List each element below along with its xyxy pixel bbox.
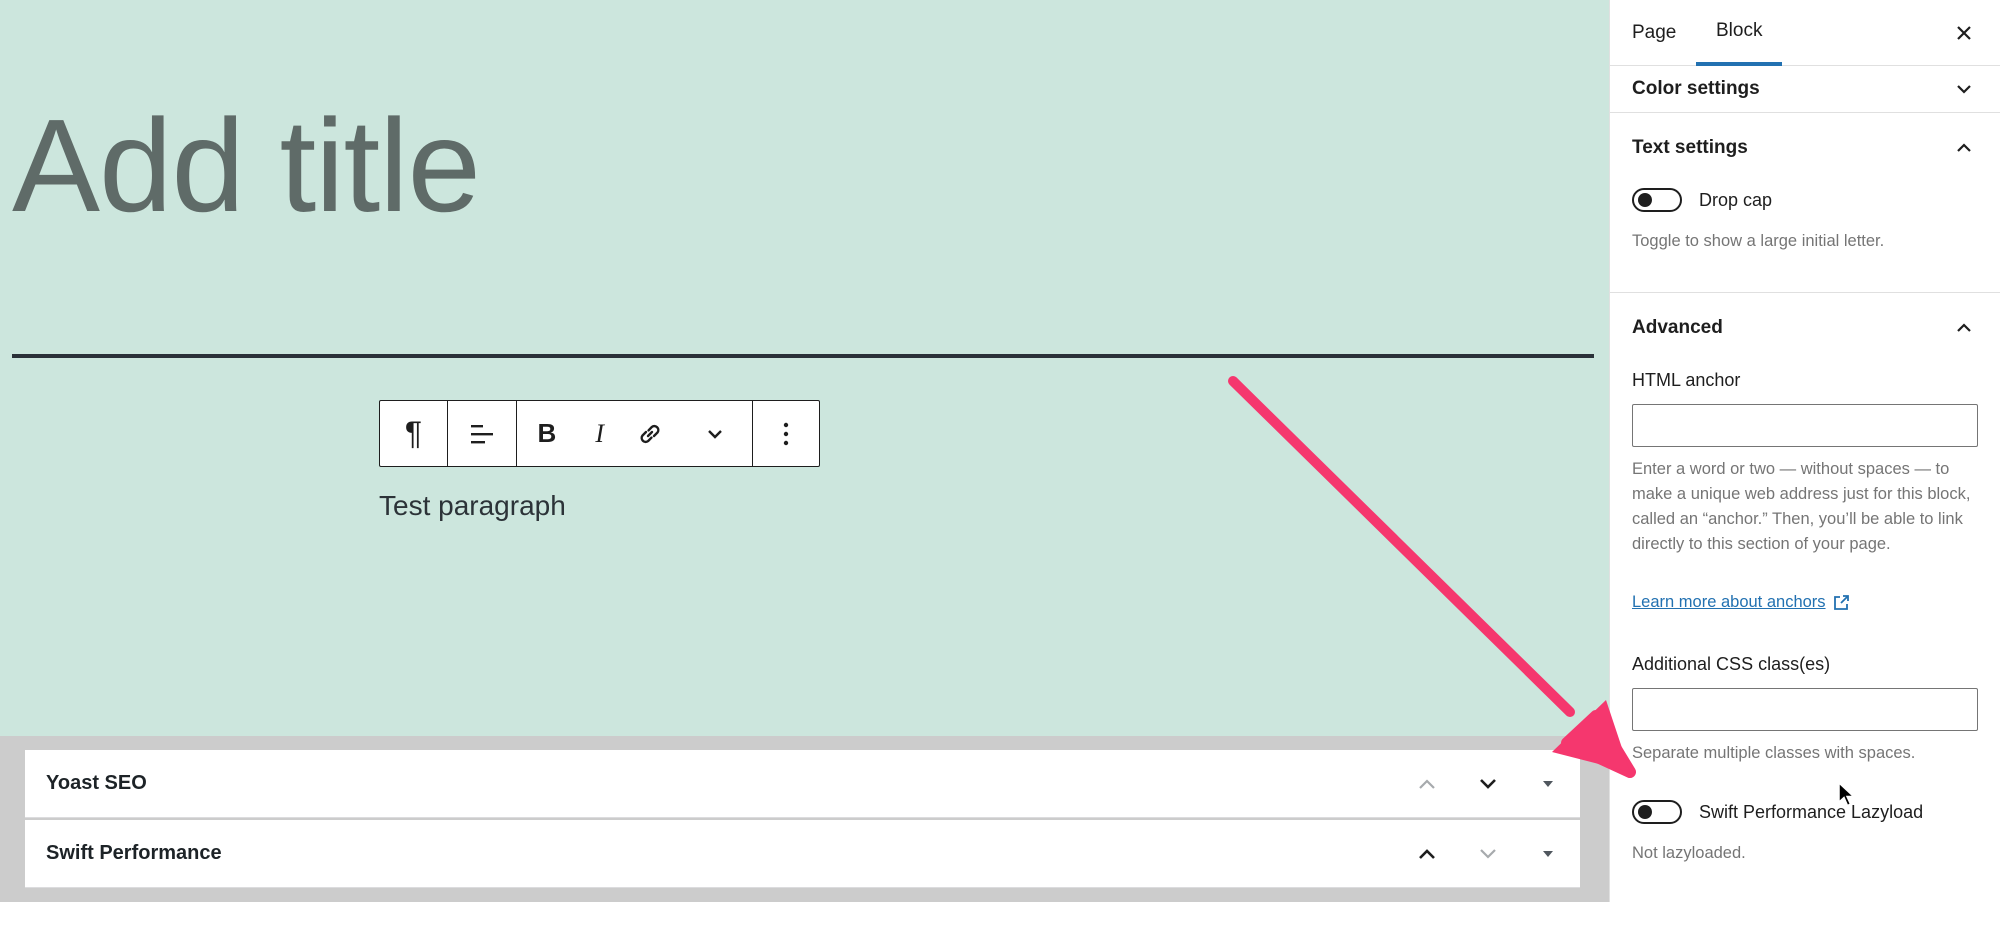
close-icon [1957, 26, 1971, 40]
paragraph-block-button[interactable]: ¶ [380, 401, 447, 466]
panel-divider [1610, 292, 2000, 293]
panel-title: Color settings [1632, 78, 1760, 99]
editor-canvas: Add title ¶ B I Test paragraph [0, 0, 1609, 736]
sidebar-tabs: Page Block [1610, 0, 2000, 66]
chevron-down-icon [1957, 85, 1971, 94]
paragraph-block[interactable]: Test paragraph [379, 490, 566, 522]
more-formats-button[interactable] [678, 401, 752, 466]
link-icon [640, 424, 660, 443]
metaboxes-area: Yoast SEO Swift Performance [0, 736, 1609, 902]
chevron-up-icon [1419, 779, 1435, 789]
swift-lazyload-label: Swift Performance Lazyload [1699, 802, 1924, 822]
move-up-button[interactable] [1407, 750, 1447, 818]
drop-cap-help: Toggle to show a large initial letter. [1632, 232, 1885, 250]
caret-down-icon [1543, 851, 1553, 857]
tab-label: Block [1716, 20, 1763, 41]
editor-screen: Add title ¶ B I Test paragraph Yoast SEO… [0, 0, 2000, 930]
metabox-title: Swift Performance [46, 842, 222, 864]
text-settings-toggle[interactable]: Text settings [1610, 126, 2000, 170]
mouse-cursor-icon [1838, 782, 1856, 807]
chevron-down-icon [1480, 779, 1496, 789]
link-button[interactable] [623, 401, 679, 466]
panel-title: Text settings [1632, 137, 1748, 158]
options-button[interactable] [753, 401, 819, 466]
advanced-toggle[interactable]: Advanced [1610, 306, 2000, 350]
move-up-button[interactable] [1407, 820, 1447, 888]
options-group [753, 401, 819, 466]
format-group: B I [517, 401, 753, 466]
learn-more-anchors-link[interactable]: Learn more about anchors [1632, 593, 1850, 612]
css-class-label: Additional CSS class(es) [1632, 654, 1831, 674]
metabox-title: Yoast SEO [46, 772, 147, 794]
italic-button[interactable]: I [577, 401, 623, 466]
metabox-yoast-seo[interactable]: Yoast SEO [25, 750, 1580, 818]
panel-title: Advanced [1632, 317, 1723, 338]
panel-divider [1610, 112, 2000, 113]
bold-button[interactable]: B [517, 401, 577, 466]
color-settings-toggle[interactable]: Color settings [1610, 66, 2000, 112]
align-button[interactable] [448, 401, 516, 466]
chevron-up-icon [1419, 849, 1435, 859]
chevron-up-icon [1957, 323, 1971, 332]
post-title-input[interactable]: Add title [12, 100, 481, 232]
settings-sidebar: Page Block Color settings Text settings … [1609, 0, 2000, 902]
toggle-panel-button[interactable] [1528, 750, 1568, 818]
page-footer-space [0, 902, 2000, 930]
more-vertical-icon [783, 422, 789, 445]
block-type-group: ¶ [380, 401, 448, 466]
close-sidebar-button[interactable] [1949, 18, 1979, 48]
paragraph-icon: ¶ [404, 415, 423, 451]
chevron-down-icon [1480, 849, 1496, 859]
move-down-button[interactable] [1468, 820, 1508, 888]
caret-down-icon [1543, 781, 1553, 787]
align-group [448, 401, 517, 466]
css-class-input[interactable] [1632, 688, 1978, 731]
link-text: Learn more about anchors [1632, 593, 1826, 611]
chevron-up-icon [1957, 143, 1971, 152]
swift-lazyload-toggle[interactable] [1632, 800, 1682, 824]
bold-icon: B [537, 418, 557, 448]
title-separator [12, 354, 1594, 358]
metabox-swift-performance[interactable]: Swift Performance [25, 820, 1580, 888]
toggle-panel-button[interactable] [1528, 820, 1568, 888]
tab-page[interactable]: Page [1632, 0, 1676, 66]
html-anchor-help: Enter a word or two — without spaces — t… [1632, 460, 1971, 553]
italic-icon: I [595, 418, 604, 448]
css-class-help: Separate multiple classes with spaces. [1632, 744, 1916, 762]
external-link-icon [1833, 594, 1849, 610]
block-toolbar: ¶ B I [379, 400, 820, 467]
html-anchor-input[interactable] [1632, 404, 1978, 447]
chevron-down-icon [708, 429, 723, 439]
tab-block[interactable]: Block [1696, 0, 1783, 66]
move-down-button[interactable] [1468, 750, 1508, 818]
swift-lazyload-help: Not lazyloaded. [1632, 844, 1746, 862]
drop-cap-toggle[interactable] [1632, 188, 1682, 212]
drop-cap-label: Drop cap [1699, 190, 1773, 210]
align-left-icon [471, 424, 493, 443]
html-anchor-label: HTML anchor [1632, 370, 1741, 390]
